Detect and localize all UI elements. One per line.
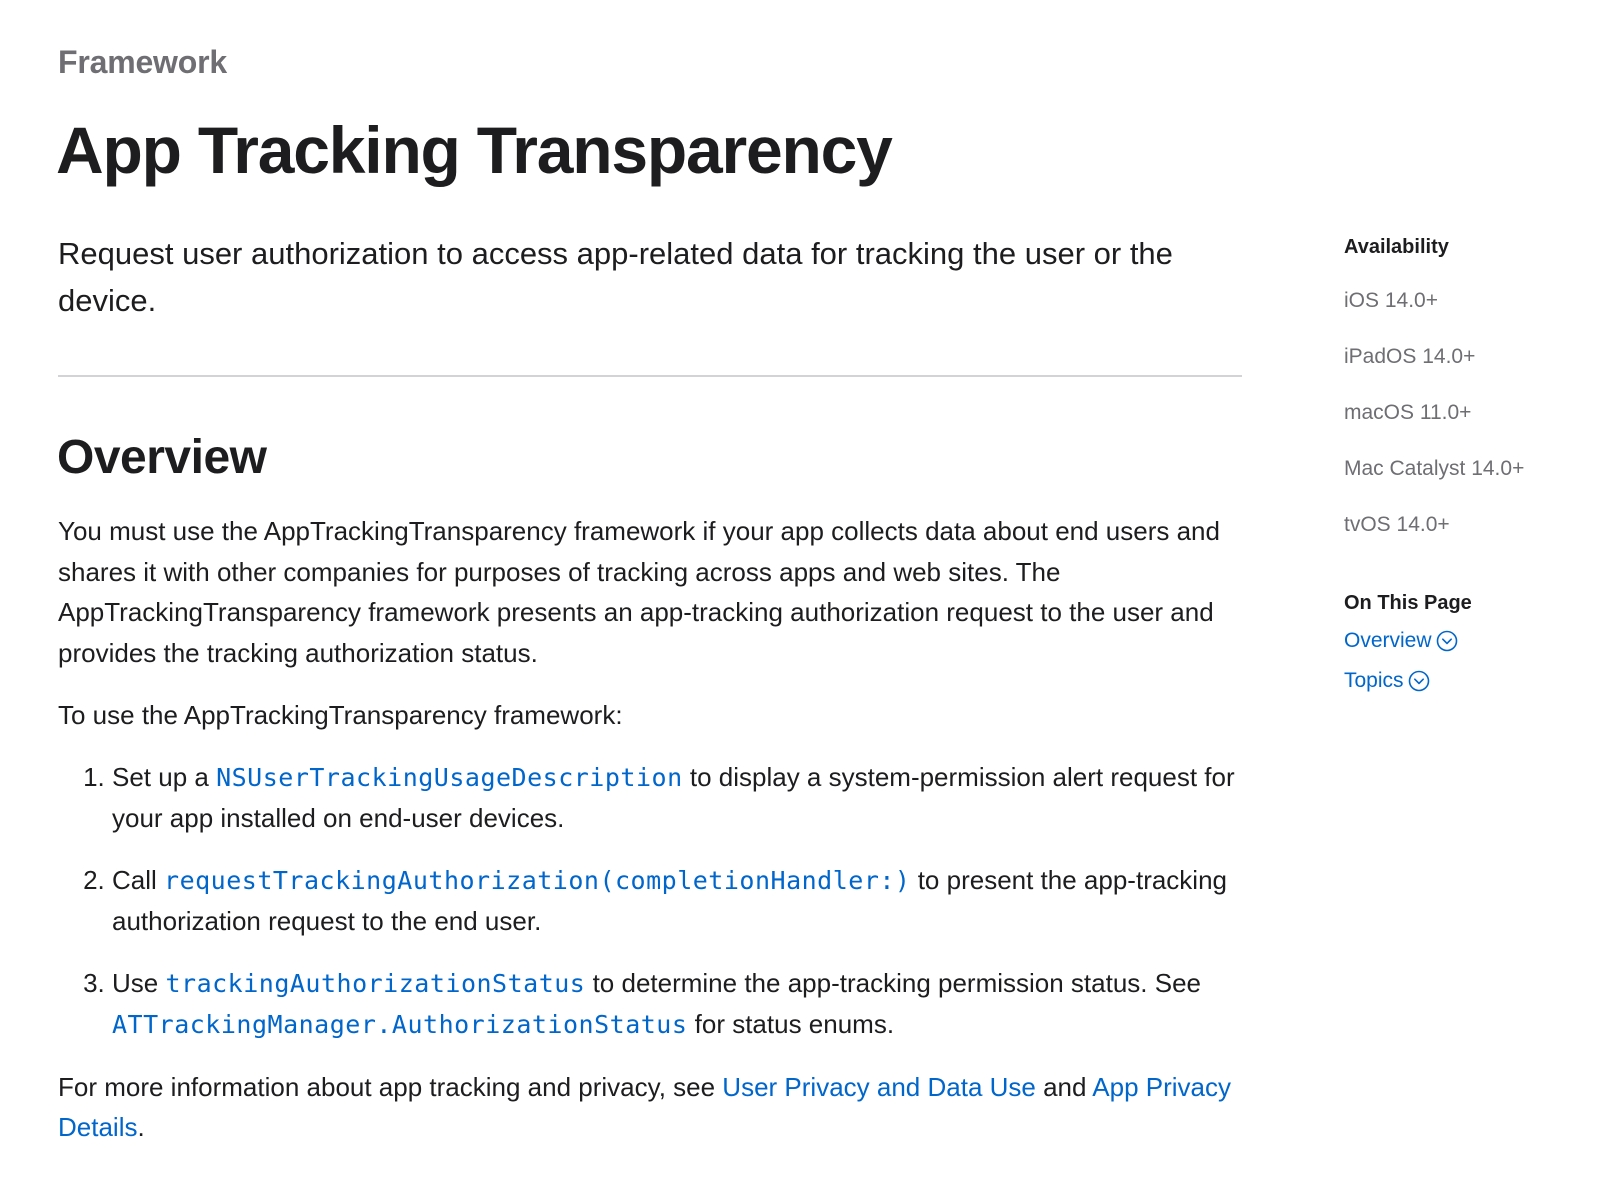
page-title: App Tracking Transparency	[56, 113, 893, 187]
availability-heading: Availability	[1344, 236, 1449, 258]
divider	[58, 375, 1242, 377]
list-item: Call requestTrackingAuthorization(comple…	[112, 860, 1258, 942]
on-this-page-heading: On This Page	[1344, 592, 1472, 614]
list-item: Set up a NSUserTrackingUsageDescription …	[112, 757, 1258, 839]
step-text: Call	[112, 864, 165, 895]
chevron-down-circle-icon	[1436, 630, 1457, 652]
availability-mac-catalyst: Mac Catalyst 14.0+	[1344, 457, 1525, 480]
overview-content: You must use the AppTrackingTransparency…	[58, 511, 1258, 1148]
authorization-status-enum-link[interactable]: ATTrackingManager.AuthorizationStatus	[112, 1010, 687, 1039]
overview-paragraph: You must use the AppTrackingTransparency…	[58, 516, 1220, 668]
step-text: for status enums.	[687, 1009, 895, 1039]
list-item: Use trackingAuthorizationStatus to deter…	[112, 963, 1258, 1046]
steps-list: Set up a NSUserTrackingUsageDescription …	[58, 757, 1258, 1046]
step-text: Use	[112, 967, 166, 998]
closing-text: .	[137, 1112, 145, 1142]
on-this-page-overview-link[interactable]: Overview	[1344, 621, 1600, 661]
chevron-down-circle-icon	[1408, 670, 1429, 692]
eyebrow-label: Framework	[58, 44, 227, 80]
abstract: Request user authorization to access app…	[58, 236, 1173, 318]
overview-heading: Overview	[57, 431, 267, 484]
step-text: Set up a	[112, 761, 217, 792]
availability-ios: iOS 14.0+	[1344, 289, 1438, 312]
availability-macos: macOS 11.0+	[1344, 401, 1472, 424]
on-this-page-label: Topics	[1344, 669, 1404, 692]
availability-tvos: tvOS 14.0+	[1344, 513, 1450, 536]
nsusertrackingusagedescription-link[interactable]: NSUserTrackingUsageDescription	[216, 763, 683, 792]
closing-paragraph: For more information about app tracking …	[58, 1067, 1258, 1148]
on-this-page-topics-link[interactable]: Topics	[1344, 661, 1600, 701]
sidebar: Availability iOS 14.0+ iPadOS 14.0+ macO…	[1344, 236, 1600, 701]
closing-text: For more information about app tracking …	[58, 1071, 723, 1102]
closing-text: and	[1035, 1071, 1093, 1102]
availability-ipados: iPadOS 14.0+	[1344, 345, 1476, 368]
step-text: to determine the app-tracking permission…	[585, 967, 1202, 998]
user-privacy-link[interactable]: User Privacy and Data Use	[722, 1072, 1036, 1102]
on-this-page-label: Overview	[1344, 629, 1432, 652]
intro-paragraph: To use the AppTrackingTransparency frame…	[58, 700, 623, 730]
tracking-authorization-status-link[interactable]: trackingAuthorizationStatus	[165, 969, 585, 998]
request-tracking-authorization-link[interactable]: requestTrackingAuthorization(completionH…	[164, 866, 910, 895]
